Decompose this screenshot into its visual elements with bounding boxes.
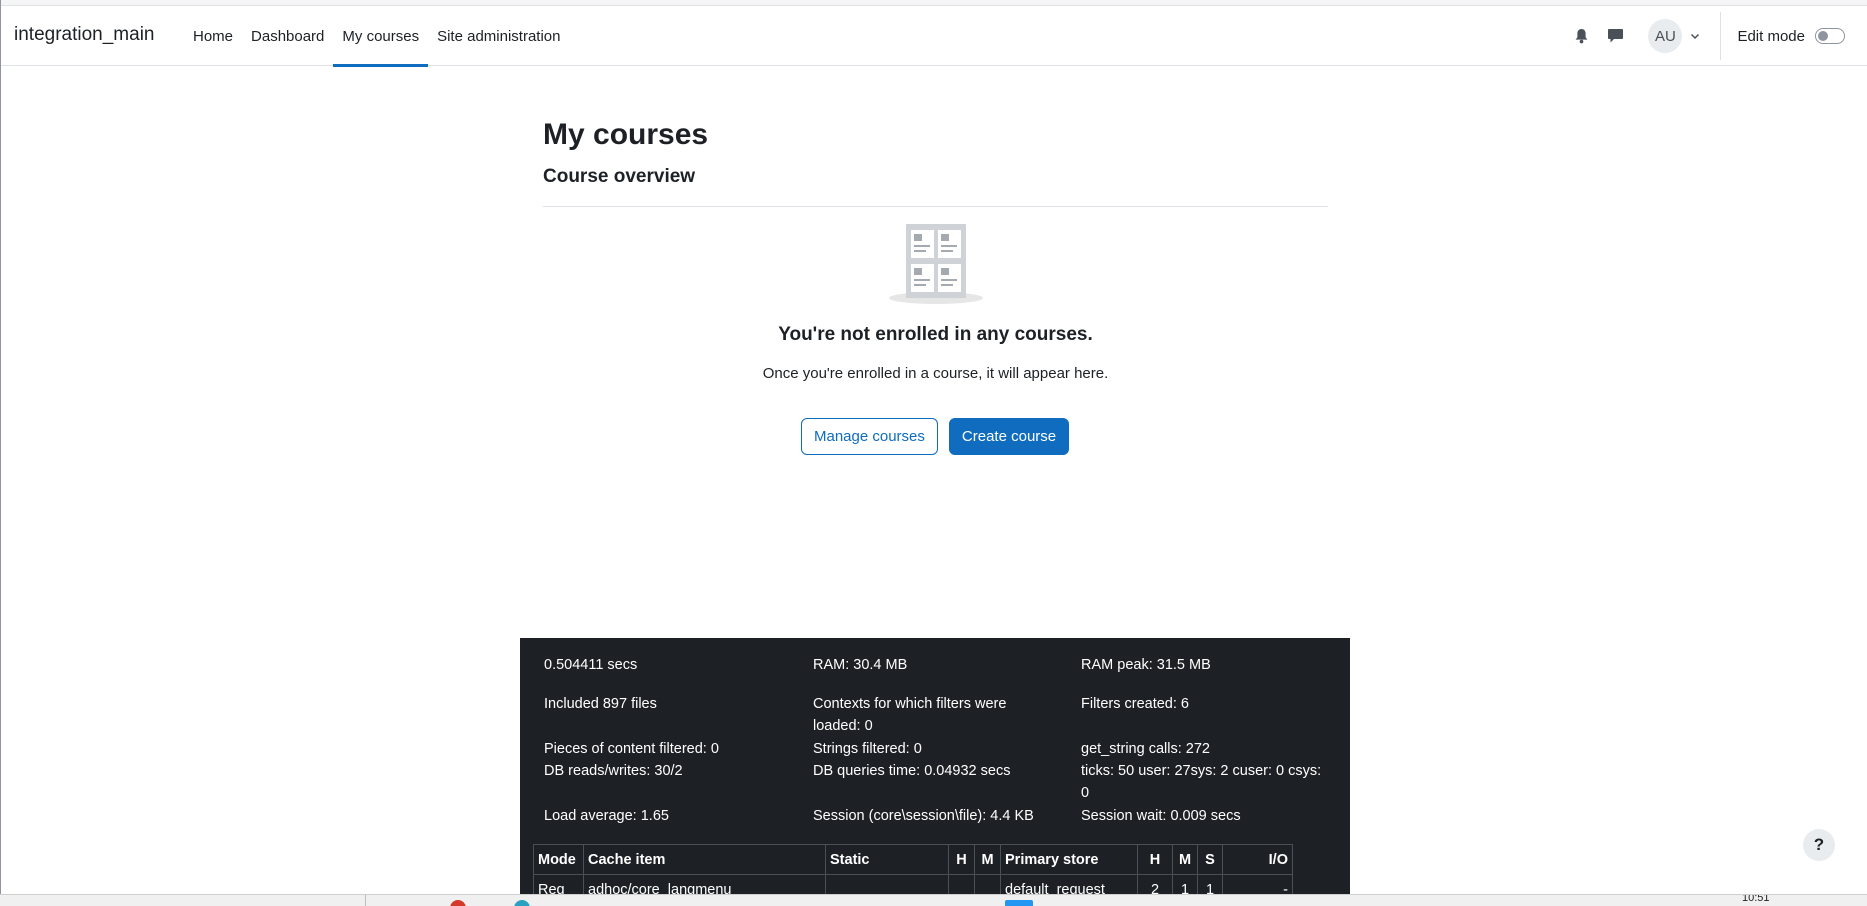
nav-item-dashboard[interactable]: Dashboard [242, 6, 333, 66]
perf-strings-filtered: Strings filtered: 0 [813, 741, 922, 757]
messages-button[interactable] [1598, 19, 1632, 53]
taskbar-divider [365, 895, 366, 906]
cache-col-store-s: S [1197, 844, 1223, 875]
perf-ram: RAM: 30.4 MB [813, 657, 908, 673]
cache-col-mode: Mode [533, 844, 584, 875]
nav-item-site-administration[interactable]: Site administration [428, 6, 569, 66]
cache-cell-h [948, 874, 975, 894]
nav-item-home[interactable]: Home [184, 6, 242, 66]
cache-table-header-row: Mode Cache item Static H M Primary store… [533, 844, 1293, 875]
perf-pieces-filtered: Pieces of content filtered: 0 [544, 741, 719, 757]
cache-cell-item: adhoc/core_langmenu [583, 874, 826, 894]
notifications-button[interactable] [1564, 19, 1598, 53]
create-course-button[interactable]: Create course [948, 418, 1070, 455]
perf-load-average: Load average: 1.65 [544, 808, 669, 824]
chevron-down-icon [1691, 33, 1700, 40]
perf-ticks: ticks: 50 user: 27sys: 2 cuser: 0 csys: … [1081, 763, 1322, 801]
section-title: Course overview [543, 166, 696, 187]
cache-cell-primary-store: default_request [1000, 874, 1138, 894]
perf-ram-peak: RAM peak: 31.5 MB [1081, 657, 1211, 673]
perf-db-reads-writes: DB reads/writes: 30/2 [544, 763, 683, 779]
cache-cell-store-m: 1 [1172, 874, 1198, 894]
cache-col-static: Static [825, 844, 949, 875]
cache-cell-mode: Req [533, 874, 584, 894]
cache-col-store-m: M [1172, 844, 1198, 875]
perf-get-string-calls: get_string calls: 272 [1081, 741, 1210, 757]
courses-empty-illustration-icon [889, 224, 983, 304]
user-menu-toggle[interactable]: AU [1648, 19, 1700, 53]
taskbar-app-icon[interactable] [514, 900, 530, 906]
perf-db-queries-time: DB queries time: 0.04932 secs [813, 763, 1011, 779]
perf-session: Session (core\session\file): 4.4 KB [813, 808, 1034, 824]
perf-filters-created: Filters created: 6 [1081, 696, 1189, 712]
os-taskbar: 10:51 [0, 894, 1867, 906]
cache-col-store-h: H [1137, 844, 1173, 875]
browser-viewport: integration_main Home Dashboard My cours… [0, 0, 1867, 894]
edit-mode-label: Edit mode [1737, 27, 1805, 45]
cache-col-item: Cache item [583, 844, 826, 875]
cache-col-h: H [948, 844, 975, 875]
empty-state-title: You're not enrolled in any courses. [778, 324, 1093, 345]
performance-info-footer: 0.504411 secs RAM: 30.4 MB RAM peak: 31.… [520, 638, 1350, 894]
cache-cell-m [974, 874, 1001, 894]
avatar: AU [1648, 19, 1683, 53]
taskbar-app-icon[interactable] [1005, 900, 1033, 906]
primary-navigation: Home Dashboard My courses Site administr… [184, 6, 570, 67]
bell-icon [1575, 29, 1588, 44]
cache-col-io: I/O [1222, 844, 1293, 875]
cache-cell-io: - [1222, 874, 1293, 894]
edit-mode-toggle[interactable] [1815, 28, 1845, 44]
help-button[interactable]: ? [1803, 829, 1835, 861]
cache-col-primary-store: Primary store [1000, 844, 1138, 875]
table-row: Req adhoc/core_langmenu default_request … [533, 874, 1293, 894]
manage-courses-button[interactable]: Manage courses [801, 418, 938, 455]
nav-item-my-courses[interactable]: My courses [333, 6, 428, 67]
navbar-right: AU Edit mode [1564, 6, 1867, 66]
empty-state-actions: Manage courses Create course [801, 418, 1070, 455]
taskbar-clock: 10:51 [1742, 894, 1770, 904]
cache-cell-static [825, 874, 949, 894]
cache-cell-store-s: 1 [1197, 874, 1223, 894]
perf-session-wait: Session wait: 0.009 secs [1081, 808, 1241, 824]
edit-mode-switch[interactable]: Edit mode [1721, 28, 1867, 45]
taskbar-app-icon[interactable] [450, 900, 466, 906]
page-title: My courses [543, 118, 709, 151]
perf-included-files: Included 897 files [544, 696, 657, 712]
chat-icon [1607, 29, 1623, 43]
perf-time: 0.504411 secs [544, 657, 638, 673]
empty-state-text: Once you're enrolled in a course, it wil… [762, 365, 1109, 382]
site-brand[interactable]: integration_main [14, 24, 154, 46]
navbar: integration_main Home Dashboard My cours… [1, 6, 1867, 67]
perf-contexts-filters: Contexts for which filters were loaded: … [813, 696, 1007, 734]
cache-stats-table: Mode Cache item Static H M Primary store… [533, 844, 1293, 894]
section-divider [543, 206, 1328, 207]
cache-col-m: M [974, 844, 1001, 875]
cache-cell-store-h: 2 [1137, 874, 1173, 894]
